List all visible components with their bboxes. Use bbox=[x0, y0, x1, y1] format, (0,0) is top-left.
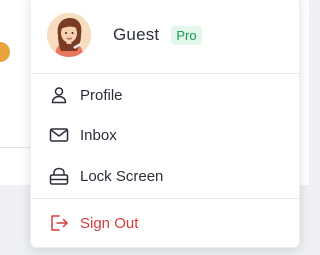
header-divider bbox=[31, 73, 299, 74]
sign-out-icon bbox=[49, 213, 69, 233]
user-name: Guest bbox=[113, 25, 160, 44]
mail-icon bbox=[49, 125, 69, 145]
sign-out-button[interactable]: Sign Out bbox=[49, 208, 287, 238]
user-header: Guest Pro bbox=[47, 13, 287, 57]
sign-out-divider bbox=[31, 198, 299, 199]
menu-item-label: Profile bbox=[80, 86, 123, 104]
menu-item-label: Inbox bbox=[80, 126, 117, 144]
pro-badge: Pro bbox=[171, 25, 202, 45]
menu-item-inbox[interactable]: Inbox bbox=[49, 120, 287, 150]
sign-out-label: Sign Out bbox=[80, 214, 139, 232]
lock-icon bbox=[49, 166, 69, 186]
user-avatar-illustration-icon bbox=[47, 13, 91, 57]
user-dropdown-menu: Guest Pro Profile Inbox Lock Screen Sign… bbox=[30, 0, 300, 248]
menu-item-lock-screen[interactable]: Lock Screen bbox=[49, 161, 287, 191]
menu-item-profile[interactable]: Profile bbox=[49, 80, 287, 110]
menu-item-label: Lock Screen bbox=[80, 167, 164, 185]
avatar bbox=[47, 13, 91, 57]
user-icon bbox=[49, 85, 69, 105]
